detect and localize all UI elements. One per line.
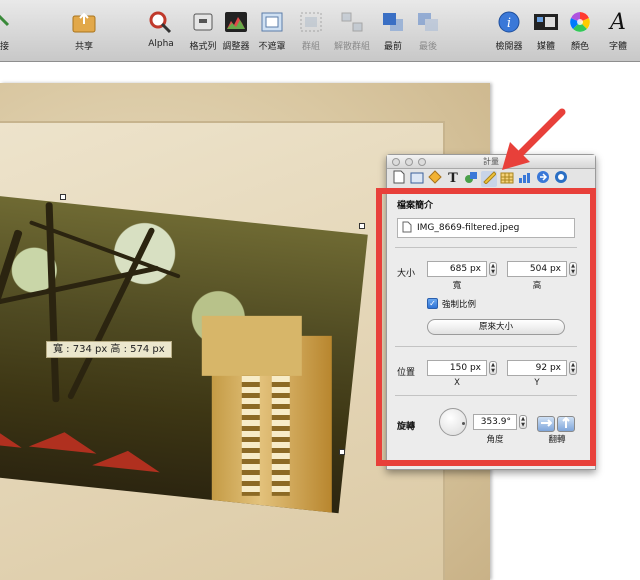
- metrics-pane: 檔案簡介 IMG_8669-filtered.jpeg 大小 685 px ▲ ▼…: [387, 190, 595, 469]
- angle-field[interactable]: 353.9°: [473, 414, 517, 430]
- divider: [395, 247, 577, 248]
- divider: [395, 346, 577, 347]
- toolbar-link-button[interactable]: 連接: [0, 10, 22, 52]
- x-stepper[interactable]: ▲ ▼: [489, 361, 497, 375]
- x-field[interactable]: 150 px: [427, 360, 487, 376]
- red-umbrella: [92, 447, 162, 473]
- height-stepper[interactable]: ▲ ▼: [569, 262, 577, 276]
- size-label: 大小: [397, 269, 416, 279]
- building-roof: [201, 315, 302, 376]
- x-caption: X: [454, 378, 460, 388]
- y-stepper[interactable]: ▲ ▼: [569, 361, 577, 375]
- group-icon: [298, 10, 324, 34]
- toolbar-ungroup-button[interactable]: 解散群組: [330, 10, 374, 52]
- flip-vertical-button[interactable]: [557, 416, 575, 432]
- close-button[interactable]: [392, 158, 400, 166]
- tab-document[interactable]: [391, 169, 407, 188]
- flip-vertical-icon: [561, 416, 571, 432]
- minimize-button[interactable]: [405, 158, 413, 166]
- building-windows: [271, 375, 290, 496]
- flip-horizontal-icon: [540, 418, 553, 431]
- send-back-icon: [415, 10, 441, 34]
- color-wheel-icon: [567, 10, 593, 34]
- width-caption: 寬: [452, 281, 462, 291]
- building: [201, 315, 332, 514]
- format-bar-icon: [190, 10, 216, 34]
- link-icon: [0, 10, 13, 34]
- toolbar-unmask-button[interactable]: 不遮罩: [250, 10, 294, 52]
- media-icon: [533, 10, 559, 34]
- svg-text:i: i: [507, 16, 511, 31]
- toolbar-send-back-button[interactable]: 最後: [406, 10, 450, 52]
- resize-handle[interactable]: [339, 449, 345, 455]
- file-name: IMG_8669-filtered.jpeg: [417, 223, 520, 233]
- height-field[interactable]: 504 px: [507, 261, 567, 277]
- text-icon: T: [448, 171, 458, 186]
- resize-handle[interactable]: [60, 194, 66, 200]
- inspector-icon: i: [496, 10, 522, 34]
- adjust-histogram-icon: [223, 10, 249, 34]
- building-windows: [241, 375, 260, 496]
- tree-branch: [0, 265, 160, 308]
- angle-caption: 角度: [486, 435, 504, 445]
- bring-front-icon: [380, 10, 406, 34]
- tab-text[interactable]: T: [445, 171, 461, 187]
- pointer-arrow-icon: [502, 108, 566, 170]
- flip-horizontal-button[interactable]: [537, 416, 555, 432]
- tab-graphic[interactable]: [427, 169, 443, 188]
- slide-icon: [410, 169, 424, 188]
- alpha-wand-icon: [148, 10, 174, 34]
- red-umbrella: [0, 422, 24, 448]
- red-umbrella: [28, 428, 99, 454]
- width-field[interactable]: 685 px: [427, 261, 487, 277]
- height-caption: 高: [532, 281, 542, 291]
- resize-handle[interactable]: [359, 223, 365, 229]
- unmask-icon: [259, 10, 285, 34]
- rotate-label: 旋轉: [397, 422, 416, 432]
- share-icon: [71, 10, 97, 34]
- file-info-title: 檔案簡介: [397, 201, 434, 211]
- ungroup-icon: [339, 10, 365, 34]
- toolbar-group-button[interactable]: 群組: [289, 10, 333, 52]
- font-icon: A: [610, 9, 626, 35]
- knob-indicator: [462, 422, 465, 425]
- inspector-panel: 計量 T 檔案簡介 IMG_8669-filtered.jpeg 大小 685 …: [386, 154, 596, 470]
- y-caption: Y: [534, 378, 540, 388]
- toolbar-share-button[interactable]: 共享: [62, 10, 106, 52]
- toolbar-alpha-button[interactable]: Alpha: [139, 10, 183, 49]
- position-label: 位置: [397, 368, 416, 378]
- width-stepper[interactable]: ▲ ▼: [489, 262, 497, 276]
- tab-shapes[interactable]: [463, 171, 479, 187]
- divider: [395, 395, 577, 396]
- file-icon: [402, 221, 412, 236]
- toolbar-fonts-button[interactable]: A 字體: [596, 9, 640, 53]
- rotation-knob[interactable]: [439, 408, 467, 436]
- diamond-icon: [428, 169, 442, 188]
- constrain-checkbox[interactable]: ✓: [427, 298, 438, 309]
- tab-slide[interactable]: [409, 171, 425, 187]
- file-info-field: IMG_8669-filtered.jpeg: [397, 218, 575, 238]
- original-size-button[interactable]: 原來大小: [427, 319, 565, 335]
- flip-caption: 翻轉: [548, 435, 566, 445]
- toolbar: 連接 共享 Alpha 格式列 調整器 不遮罩 群組: [0, 0, 640, 62]
- tree-trunk: [0, 229, 23, 403]
- shapes-icon: [464, 169, 478, 188]
- document-icon: [393, 169, 405, 188]
- constrain-label: 強制比例: [442, 300, 477, 310]
- y-field[interactable]: 92 px: [507, 360, 567, 376]
- size-tooltip: 寬 : 734 px 高 : 574 px: [46, 341, 172, 358]
- zoom-button[interactable]: [418, 158, 426, 166]
- angle-stepper[interactable]: ▲ ▼: [519, 415, 527, 429]
